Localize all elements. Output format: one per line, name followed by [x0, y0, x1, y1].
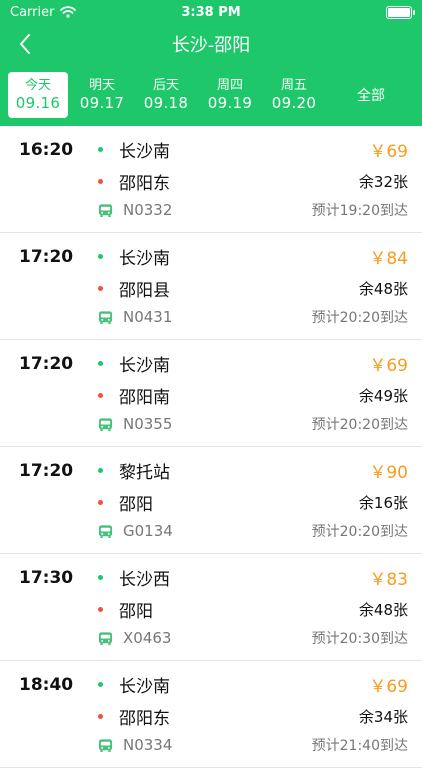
departure-dot-icon: [98, 468, 103, 473]
departure-dot-icon: [98, 361, 103, 366]
trip-item[interactable]: 17:20 长沙南 ￥69 邵阳南 余49张 N0355 预计20:20到达: [0, 340, 422, 447]
departure-station: 长沙南: [119, 677, 170, 697]
seats-remaining: 余32张: [358, 173, 408, 191]
ticket-price: ￥84: [369, 249, 408, 269]
page-title: 长沙-邵阳: [171, 35, 251, 56]
date-tab-all[interactable]: 全部: [328, 72, 414, 118]
bus-icon: [98, 738, 113, 752]
bus-icon: [98, 310, 113, 324]
arrival-station: 邵阳: [119, 602, 153, 622]
bus-number: N0332: [123, 201, 173, 219]
date-tabs: 今天 09.16 明天 09.17 后天 09.18 周四 09.19 周五 0…: [0, 64, 422, 126]
bus-icon: [98, 203, 113, 217]
departure-dot-icon: [98, 682, 103, 687]
date-tab-friday[interactable]: 周五 09.20: [264, 72, 324, 118]
estimated-arrival: 预计19:20到达: [311, 203, 408, 219]
arrival-station: 邵阳: [119, 495, 153, 515]
bus-number: N0355: [123, 415, 173, 433]
seats-remaining: 余34张: [358, 708, 408, 726]
seats-remaining: 余49张: [358, 387, 408, 405]
arrival-dot-icon: [98, 286, 103, 291]
departure-time: 17:20: [19, 354, 74, 374]
departure-station: 长沙南: [119, 249, 170, 269]
date-tab-tomorrow[interactable]: 明天 09.17: [72, 72, 132, 118]
trip-item[interactable]: 16:20 长沙南 ￥69 邵阳东 余32张 N0332 预计19:20到达: [0, 126, 422, 233]
arrival-dot-icon: [98, 393, 103, 398]
arrival-station: 邵阳南: [119, 388, 170, 408]
departure-station: 长沙南: [119, 142, 170, 162]
back-chevron-icon[interactable]: [14, 32, 38, 56]
wifi-icon: [60, 6, 77, 18]
arrival-dot-icon: [98, 607, 103, 612]
arrival-station: 邵阳东: [119, 174, 170, 194]
estimated-arrival: 预计20:30到达: [311, 631, 408, 647]
trip-item[interactable]: 18:40 长沙南 ￥69 邵阳东 余34张 N0334 预计21:40到达: [0, 661, 422, 768]
arrival-dot-icon: [98, 500, 103, 505]
ticket-price: ￥69: [369, 142, 408, 162]
departure-station: 黎托站: [119, 463, 170, 483]
bus-number: X0463: [123, 629, 172, 647]
seats-remaining: 余48张: [358, 280, 408, 298]
estimated-arrival: 预计21:40到达: [311, 738, 408, 754]
departure-station: 长沙南: [119, 356, 170, 376]
trip-item[interactable]: 17:30 长沙西 ￥83 邵阳 余48张 X0463 预计20:30到达: [0, 554, 422, 661]
departure-time: 17:30: [19, 568, 74, 588]
departure-time: 17:20: [19, 461, 74, 481]
ticket-price: ￥83: [369, 570, 408, 590]
nav-bar: 长沙-邵阳: [0, 24, 422, 64]
trip-list: 16:20 长沙南 ￥69 邵阳东 余32张 N0332 预计19:20到达 1…: [0, 126, 422, 768]
bus-number: N0334: [123, 736, 173, 754]
trip-item[interactable]: 17:20 长沙南 ￥84 邵阳县 余48张 N0431 预计20:20到达: [0, 233, 422, 340]
arrival-dot-icon: [98, 714, 103, 719]
estimated-arrival: 预计20:20到达: [311, 524, 408, 540]
departure-station: 长沙西: [119, 570, 170, 590]
arrival-station: 邵阳东: [119, 709, 170, 729]
battery-icon: [386, 5, 415, 19]
ticket-price: ￥69: [369, 677, 408, 697]
date-tab-thursday[interactable]: 周四 09.19: [200, 72, 260, 118]
departure-time: 18:40: [19, 675, 74, 695]
ticket-price: ￥90: [369, 463, 408, 483]
bus-icon: [98, 417, 113, 431]
carrier-label: Carrier: [10, 4, 55, 20]
bus-icon: [98, 631, 113, 645]
estimated-arrival: 预计20:20到达: [311, 417, 408, 433]
trip-item[interactable]: 17:20 黎托站 ￥90 邵阳 余16张 G0134 预计20:20到达: [0, 447, 422, 554]
estimated-arrival: 预计20:20到达: [311, 310, 408, 326]
bus-number: G0134: [123, 522, 173, 540]
seats-remaining: 余16张: [358, 494, 408, 512]
status-bar: Carrier 3:38 PM: [0, 0, 422, 24]
bus-number: N0431: [123, 308, 173, 326]
date-tab-today[interactable]: 今天 09.16: [8, 72, 68, 118]
departure-dot-icon: [98, 575, 103, 580]
departure-time: 16:20: [19, 140, 74, 160]
arrival-station: 邵阳县: [119, 281, 170, 301]
departure-dot-icon: [98, 254, 103, 259]
header: Carrier 3:38 PM 长沙-邵阳 今天 09.16 明天 09.17 …: [0, 0, 422, 126]
ticket-price: ￥69: [369, 356, 408, 376]
bus-icon: [98, 524, 113, 538]
arrival-dot-icon: [98, 179, 103, 184]
departure-dot-icon: [98, 147, 103, 152]
date-tab-day-after[interactable]: 后天 09.18: [136, 72, 196, 118]
seats-remaining: 余48张: [358, 601, 408, 619]
departure-time: 17:20: [19, 247, 74, 267]
